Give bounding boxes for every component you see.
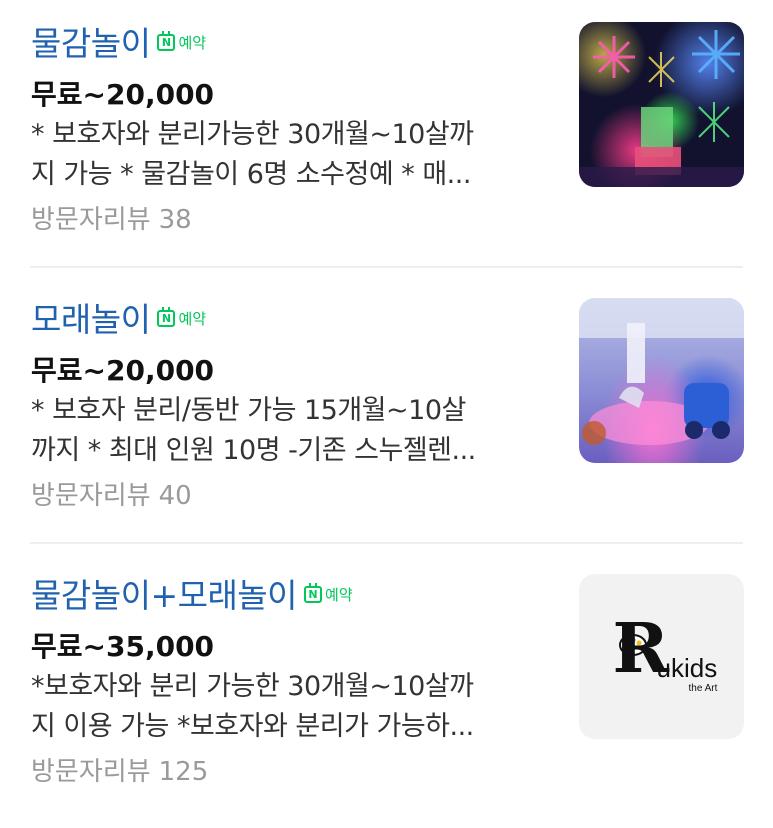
review-count: 40 bbox=[158, 481, 192, 511]
title-row: 물감놀이+모래놀이 N 예약 bbox=[31, 569, 353, 617]
booking-badge-label: 예약 bbox=[325, 586, 353, 604]
thumbnail-image[interactable] bbox=[579, 22, 744, 187]
booking-badge: N 예약 bbox=[157, 31, 207, 53]
booking-badge-label: 예약 bbox=[178, 34, 207, 52]
list-item[interactable]: 물감놀이 N 예약 무료~20,000 * 보호자와 분리가능한 30개월~10… bbox=[0, 0, 773, 276]
item-title[interactable]: 모래놀이 bbox=[31, 293, 151, 341]
review-count: 38 bbox=[158, 205, 192, 235]
booking-badge: N 예약 bbox=[304, 583, 353, 605]
booking-badge-label: 예약 bbox=[178, 310, 207, 328]
review-label: 방문자리뷰 bbox=[31, 757, 151, 787]
review-count: 125 bbox=[158, 757, 209, 787]
thumbnail-image[interactable]: R ukids the Art bbox=[579, 574, 744, 739]
item-title[interactable]: 물감놀이+모래놀이 bbox=[31, 569, 298, 617]
description-line: 지 가능 * 물감놀이 6명 소수정예 * 매... bbox=[31, 159, 471, 190]
item-title[interactable]: 물감놀이 bbox=[31, 17, 151, 65]
logo-tagline: the Art bbox=[688, 682, 718, 694]
visitor-review-count[interactable]: 방문자리뷰 125 bbox=[31, 751, 208, 788]
item-divider bbox=[30, 266, 743, 268]
sand-play-photo bbox=[579, 298, 744, 445]
item-divider bbox=[30, 542, 743, 544]
list-item[interactable]: 모래놀이 N 예약 무료~20,000 * 보호자 분리/동반 가능 15개월~… bbox=[0, 276, 773, 552]
title-row: 물감놀이 N 예약 bbox=[31, 17, 206, 65]
item-description: * 보호자 분리/동반 가능 15개월~10살 까지 * 최대 인원 10명 -… bbox=[31, 391, 556, 471]
description-line: *보호자와 분리 가능한 30개월~10살까 bbox=[31, 671, 474, 702]
price-range: 무료~20,000 bbox=[31, 78, 215, 111]
review-label: 방문자리뷰 bbox=[31, 205, 151, 235]
visitor-review-count[interactable]: 방문자리뷰 40 bbox=[31, 475, 192, 512]
list-item[interactable]: 물감놀이+모래놀이 N 예약 무료~35,000 *보호자와 분리 가능한 30… bbox=[0, 552, 773, 828]
logo-wordmark: ukids bbox=[656, 652, 718, 683]
review-label: 방문자리뷰 bbox=[31, 481, 151, 511]
visitor-review-count[interactable]: 방문자리뷰 38 bbox=[31, 199, 192, 236]
thumbnail-image[interactable] bbox=[579, 298, 744, 463]
naver-booking-calendar-icon: N bbox=[304, 583, 323, 603]
description-line: * 보호자와 분리가능한 30개월~10살까 bbox=[31, 119, 474, 150]
booking-badge: N 예약 bbox=[157, 307, 207, 329]
description-line: 까지 * 최대 인원 10명 -기존 스누젤렌... bbox=[31, 435, 476, 466]
description-line: 지 이용 가능 *보호자와 분리가 가능하... bbox=[31, 711, 474, 742]
place-list: 물감놀이 N 예약 무료~20,000 * 보호자와 분리가능한 30개월~10… bbox=[0, 0, 773, 806]
rukids-logo: R ukids the Art bbox=[597, 607, 727, 707]
item-description: * 보호자와 분리가능한 30개월~10살까 지 가능 * 물감놀이 6명 소수… bbox=[31, 115, 556, 195]
price-range: 무료~20,000 bbox=[31, 354, 215, 387]
naver-booking-calendar-icon: N bbox=[157, 31, 176, 51]
naver-booking-calendar-icon: N bbox=[157, 307, 176, 327]
title-row: 모래놀이 N 예약 bbox=[31, 293, 206, 341]
item-description: *보호자와 분리 가능한 30개월~10살까 지 이용 가능 *보호자와 분리가… bbox=[31, 667, 556, 747]
description-line: * 보호자 분리/동반 가능 15개월~10살 bbox=[31, 395, 466, 426]
price-range: 무료~35,000 bbox=[31, 630, 215, 663]
paint-play-photo bbox=[579, 30, 744, 187]
